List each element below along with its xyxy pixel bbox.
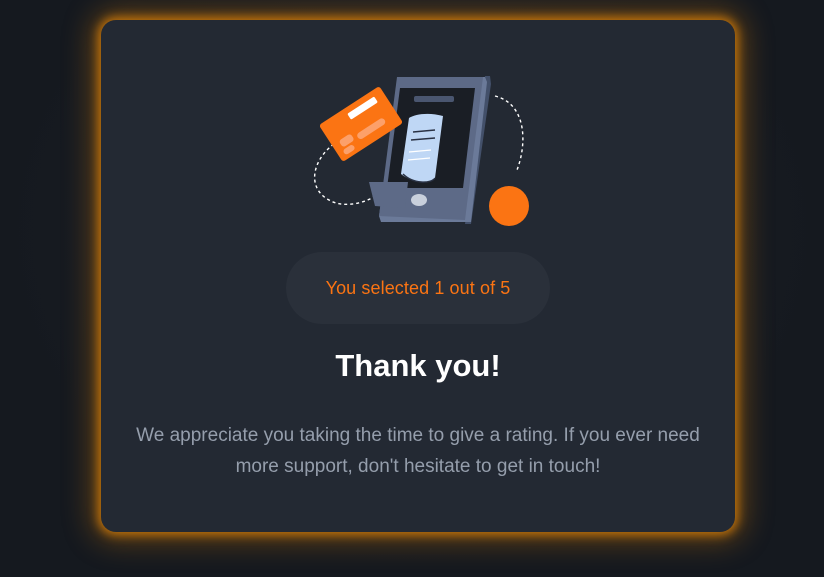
selection-text: You selected 1 out of 5 [325,277,511,298]
payment-phone-illustration [313,76,529,226]
selection-badge: You selected 1 out of 5 [286,252,550,324]
thank-you-card: You selected 1 out of 5 Thank you! We ap… [101,20,735,532]
thank-you-title: Thank you! [335,348,501,383]
page: You selected 1 out of 5 Thank you! We ap… [0,0,824,577]
thank-you-message: We appreciate you taking the time to giv… [136,425,700,477]
